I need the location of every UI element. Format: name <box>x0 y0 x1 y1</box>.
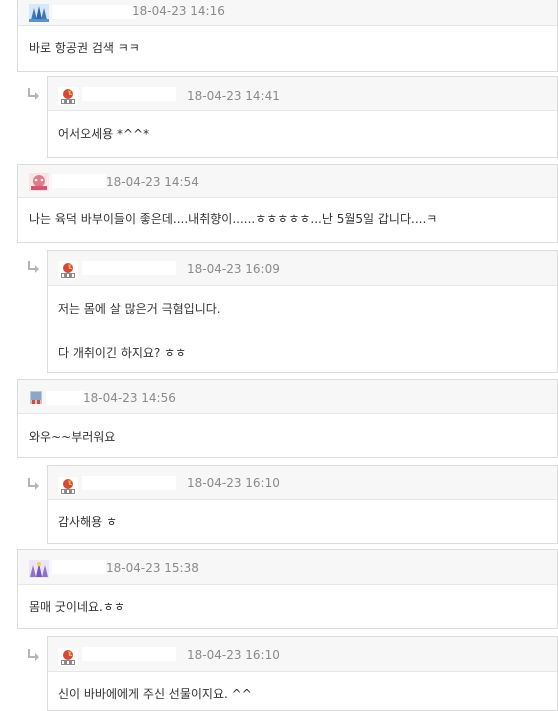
comment-reply-item: 18-04-23 14:41 어서오세용 *^^* <box>47 76 558 158</box>
author-name[interactable] <box>52 560 106 574</box>
author-name[interactable] <box>82 261 176 275</box>
comment-text: 바로 항공권 검색 ㅋㅋ <box>29 41 140 55</box>
author-name[interactable] <box>82 87 176 101</box>
comment-timestamp: 18-04-23 14:16 <box>132 4 225 18</box>
comment-text: 와우~~부러워요 <box>29 430 116 444</box>
comment-text: 다 개취이긴 하지요? ㅎㅎ <box>58 346 187 360</box>
avatar-icon[interactable] <box>58 648 78 666</box>
comment-timestamp: 18-04-23 16:10 <box>187 648 280 662</box>
avatar-icon[interactable] <box>29 4 49 22</box>
reply-arrow-icon <box>28 88 39 100</box>
author-name[interactable] <box>82 476 176 490</box>
comment-header: 18-04-23 14:56 <box>18 380 557 414</box>
comment-text: 신이 바바에에게 주신 선물이지요. ^^ <box>58 687 252 701</box>
comment-timestamp: 18-04-23 14:56 <box>83 391 176 405</box>
avatar-icon[interactable] <box>29 173 49 191</box>
avatar-icon[interactable] <box>29 560 49 578</box>
comment-text: 어서오세용 *^^* <box>58 127 150 141</box>
avatar-icon[interactable] <box>30 391 42 404</box>
comment-timestamp: 18-04-23 14:54 <box>106 175 199 189</box>
comment-item: 18-04-23 14:54 나는 육덕 바부이들이 좋은데....내취향이..… <box>17 164 558 243</box>
comment-body: 저는 몸에 살 많은거 극혐입니다. 다 개취이긴 하지요? ㅎㅎ <box>48 286 557 372</box>
comment-text: 몸매 굿이네요.ㅎㅎ <box>29 600 125 614</box>
comment-text: 나는 육덕 바부이들이 좋은데....내취향이......ㅎㅎㅎㅎㅎ...난 5… <box>29 212 438 226</box>
avatar-icon[interactable] <box>58 261 78 279</box>
comment-body: 몸매 굿이네요.ㅎㅎ <box>18 585 557 628</box>
comment-body: 바로 항공권 검색 ㅋㅋ <box>18 26 557 71</box>
comment-timestamp: 18-04-23 14:41 <box>187 89 280 103</box>
comment-header: 18-04-23 14:16 <box>18 0 557 26</box>
comment-reply-item: 18-04-23 16:10 감사해용 ㅎ <box>47 465 558 544</box>
comment-body: 와우~~부러워요 <box>18 414 557 457</box>
comment-header: 18-04-23 15:38 <box>18 550 557 585</box>
author-name[interactable] <box>52 174 106 188</box>
avatar-icon[interactable] <box>58 477 78 495</box>
comment-reply-item: 18-04-23 16:10 신이 바바에에게 주신 선물이지요. ^^ <box>47 636 558 711</box>
comment-item: 18-04-23 15:38 몸매 굿이네요.ㅎㅎ <box>17 549 558 629</box>
reply-arrow-icon <box>28 478 39 490</box>
comment-item: 18-04-23 14:16 바로 항공권 검색 ㅋㅋ <box>17 0 558 72</box>
comment-text: 감사해용 ㅎ <box>58 515 118 529</box>
comment-timestamp: 18-04-23 15:38 <box>106 561 199 575</box>
reply-arrow-icon <box>28 261 39 273</box>
comment-timestamp: 18-04-23 16:10 <box>187 476 280 490</box>
author-name[interactable] <box>46 391 86 405</box>
author-name[interactable] <box>82 647 176 661</box>
comment-item: 18-04-23 14:56 와우~~부러워요 <box>17 379 558 458</box>
comment-header: 18-04-23 14:54 <box>18 165 557 198</box>
author-name[interactable] <box>52 5 136 19</box>
comment-header: 18-04-23 16:09 <box>48 251 557 286</box>
comment-header: 18-04-23 16:10 <box>48 637 557 672</box>
comment-text: 저는 몸에 살 많은거 극혐입니다. <box>58 302 221 316</box>
avatar-icon[interactable] <box>58 87 78 105</box>
comment-body: 나는 육덕 바부이들이 좋은데....내취향이......ㅎㅎㅎㅎㅎ...난 5… <box>18 198 557 242</box>
comment-body: 감사해용 ㅎ <box>48 500 557 543</box>
comment-header: 18-04-23 14:41 <box>48 77 557 111</box>
comment-reply-item: 18-04-23 16:09 저는 몸에 살 많은거 극혐입니다. 다 개취이긴… <box>47 250 558 373</box>
comment-body: 어서오세용 *^^* <box>48 111 557 157</box>
reply-arrow-icon <box>28 649 39 661</box>
comment-body: 신이 바바에에게 주신 선물이지요. ^^ <box>48 672 557 710</box>
comment-header: 18-04-23 16:10 <box>48 466 557 500</box>
comment-timestamp: 18-04-23 16:09 <box>187 262 280 276</box>
